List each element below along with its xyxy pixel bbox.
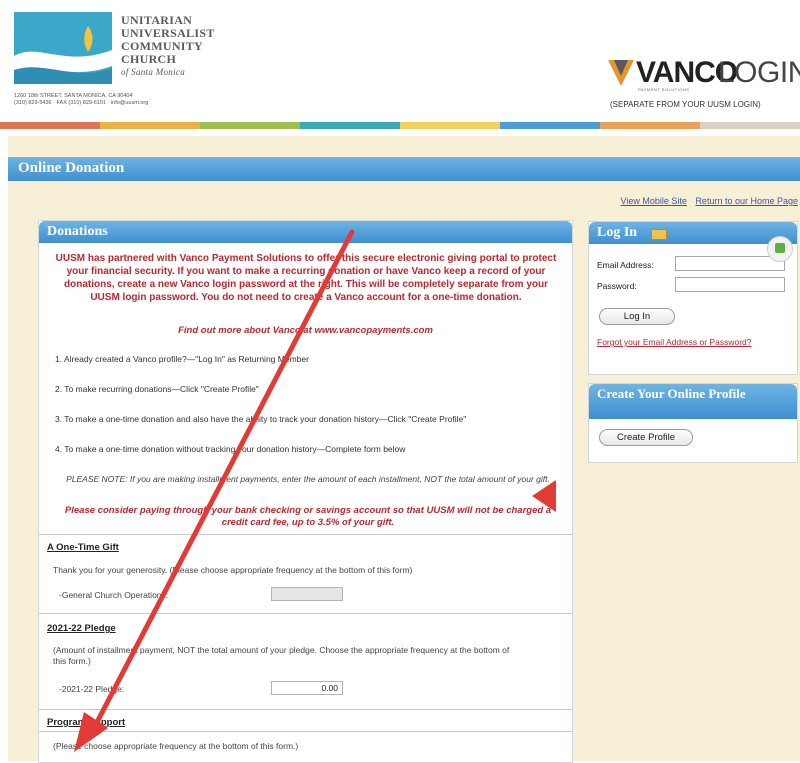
find-more-text: Find out more about Vanco at www.vancopa… (178, 325, 433, 336)
lock-icon (651, 229, 667, 240)
vanco-mark-icon (608, 60, 634, 86)
stripe-segment (700, 122, 800, 129)
create-profile-button[interactable]: Create Profile (599, 429, 693, 446)
divider (39, 534, 572, 535)
donations-header: Donations (39, 221, 572, 243)
email-label: Email Address: (597, 260, 654, 270)
intro-text: UUSM has partnered with Vanco Payment So… (55, 253, 557, 303)
church-location: of Santa Monica (121, 67, 185, 77)
pledge-input[interactable]: 0.00 (271, 681, 343, 695)
program-support-text: (Please choose appropriate frequency at … (53, 741, 299, 751)
password-label: Password: (597, 281, 637, 291)
login-title: Log In (597, 225, 638, 240)
church-logo[interactable] (14, 12, 112, 84)
contact-line: (310) 829-5436 · FAX (310) 829-6101 · in… (14, 100, 149, 106)
vanco-login-logo: VANCO LOGIN PAYMENT SOLUTIONS (SEPARATE … (608, 56, 800, 116)
pledge-title: 2021-22 Pledge (47, 623, 116, 634)
program-support-title: Program Support (47, 717, 126, 728)
address-line: 1260 18th STREET, SANTA MONICA, CA 90404 (14, 93, 133, 99)
step-item: 1. Already created a Vanco profile?—"Log… (55, 354, 309, 364)
login-button[interactable]: Log In (599, 308, 675, 325)
divider (39, 731, 572, 732)
general-operations-input[interactable] (271, 587, 343, 601)
step-item: 3. To make a one-time donation and also … (55, 414, 467, 424)
home-page-link[interactable]: Return to our Home Page (695, 196, 798, 206)
stripe-segment (500, 122, 600, 129)
pledge-text: (Amount of installment payment, NOT the … (53, 645, 510, 666)
one-time-gift-title: A One-Time Gift (47, 542, 119, 553)
stripe-segment (0, 122, 100, 129)
installment-note: PLEASE NOTE: If you are making installme… (66, 474, 550, 484)
top-links: View Mobile Site Return to our Home Page (615, 196, 798, 206)
donations-title: Donations (47, 224, 108, 239)
vanco-separate-note: (SEPARATE FROM YOUR UUSM LOGIN) (610, 100, 761, 109)
pledge-label: -2021-22 Pledge: (59, 684, 125, 694)
create-profile-header: Create Your Online Profile (589, 384, 797, 419)
step-item: 2. To make recurring donations—Click "Cr… (55, 384, 259, 394)
login-header: Log In (589, 222, 797, 244)
page-title: Online Donation (18, 160, 125, 176)
stripe-segment (600, 122, 700, 129)
vanco-login-text: LOGIN (718, 56, 800, 89)
stripe-segment (400, 122, 500, 129)
donations-panel: Donations UUSM has partnered with Vanco … (38, 220, 573, 763)
church-address: 1260 18th STREET, SANTA MONICA, CA 90404… (14, 93, 148, 107)
forgot-credentials-link[interactable]: Forgot your Email Address or Password? (597, 337, 757, 347)
general-operations-label: -General Church Operations: (59, 590, 169, 600)
stripe-segment (100, 122, 200, 129)
login-panel: Log In Email Address: Password: Log In F… (588, 221, 798, 375)
divider (39, 709, 572, 710)
bank-payment-note: Please consider paying through your bank… (64, 505, 552, 528)
stripe-segment (200, 122, 300, 129)
chat-icon[interactable] (767, 236, 793, 262)
site-header: UNITARIAN UNIVERSALIST COMMUNITY CHURCH … (0, 0, 800, 122)
create-profile-title: Create Your Online Profile (597, 386, 746, 401)
stripe-segment (300, 122, 400, 129)
password-field[interactable] (675, 277, 785, 292)
step-item: 4. To make a one-time donation without t… (55, 444, 406, 454)
create-profile-panel: Create Your Online Profile Create Profil… (588, 383, 798, 463)
church-name: UNITARIAN UNIVERSALIST COMMUNITY CHURCH … (121, 14, 215, 79)
color-stripe (0, 122, 800, 129)
view-mobile-link[interactable]: View Mobile Site (621, 196, 687, 206)
one-time-gift-text: Thank you for your generosity. (Please c… (53, 565, 413, 575)
vanco-tagline: PAYMENT SOLUTIONS (638, 87, 690, 92)
divider (39, 613, 572, 614)
church-name-line: CHURCH (121, 52, 177, 66)
online-donation-bar: Online Donation (8, 157, 800, 181)
email-field[interactable] (675, 256, 785, 271)
